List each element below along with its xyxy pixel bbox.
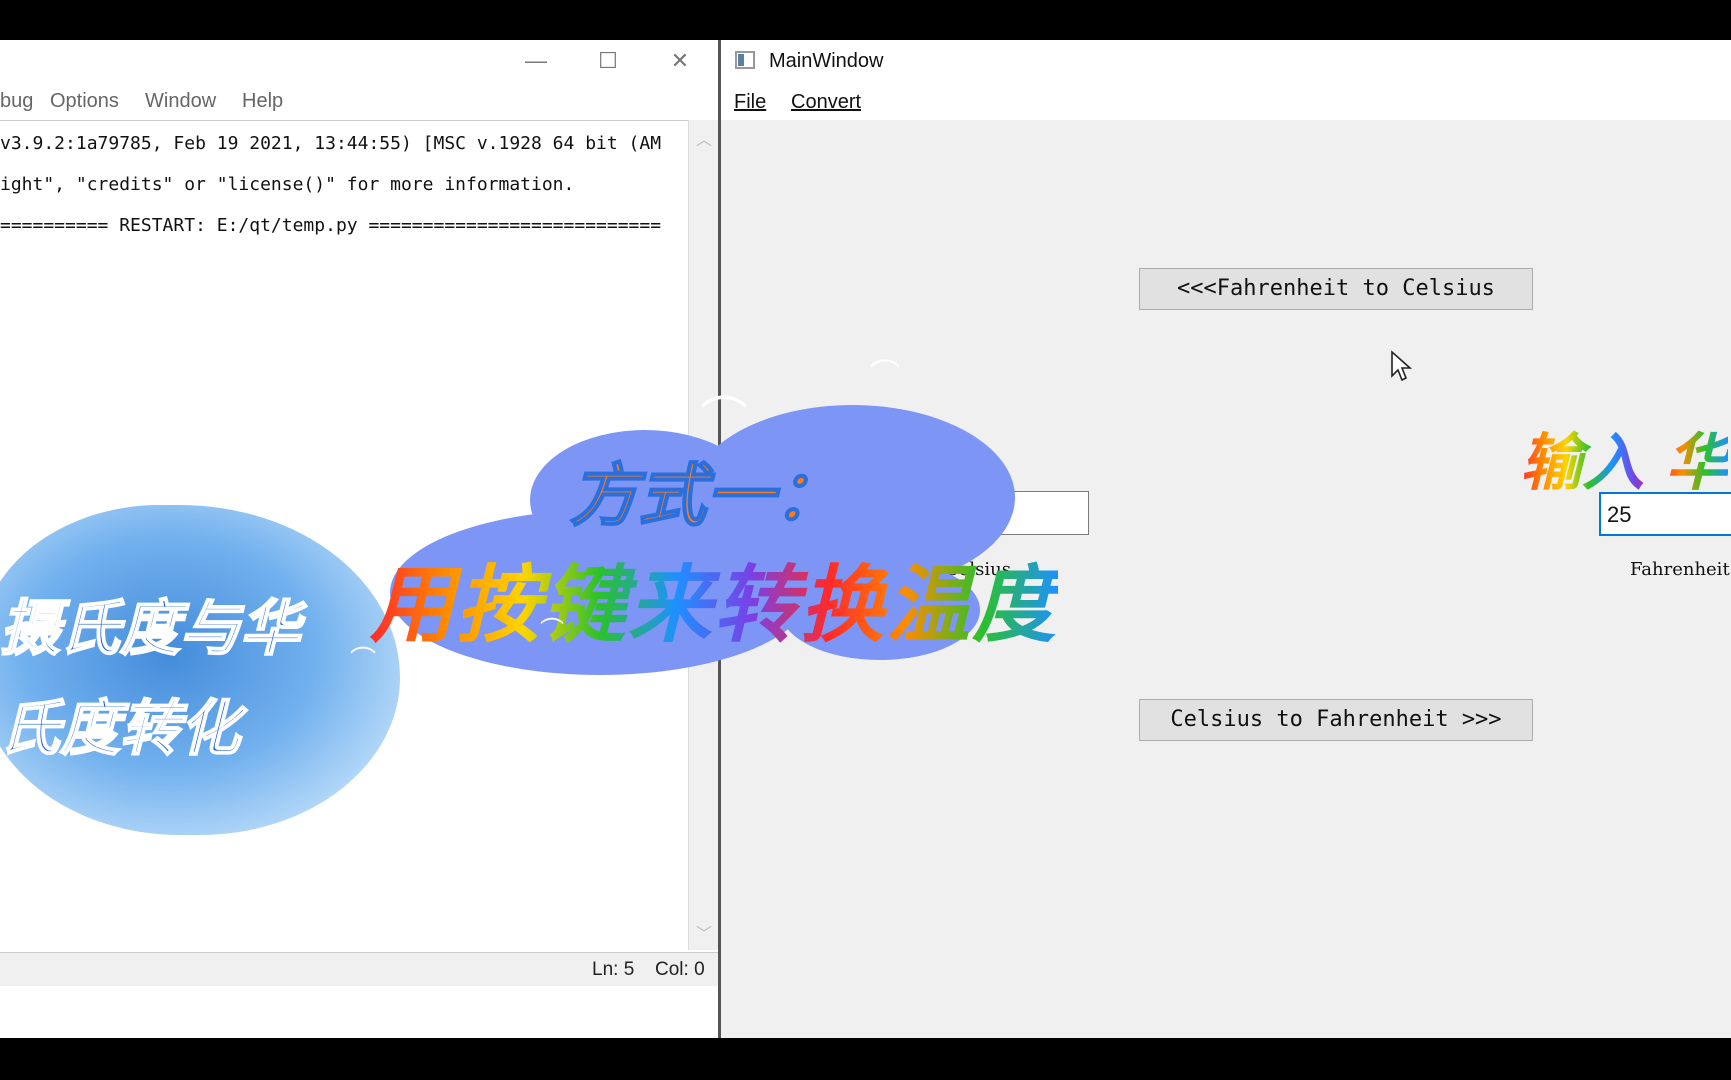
minimize-button[interactable]: — <box>516 48 556 74</box>
celsius-label: Celsius <box>945 559 1012 580</box>
menu-file-label: File <box>734 91 767 113</box>
qt-titlebar: MainWindow <box>721 40 1731 82</box>
column-number: Col: 0 <box>655 959 705 980</box>
fahrenheit-input[interactable]: 25 <box>1599 492 1731 536</box>
idle-menubar: bug Options Window Help <box>0 82 718 118</box>
fahrenheit-label: Fahrenheit <box>1630 559 1730 580</box>
top-letterbox <box>0 0 1731 40</box>
idle-statusbar: Ln: 5 Col: 0 <box>0 952 718 987</box>
menu-help[interactable]: Help <box>242 90 283 113</box>
menu-convert-label: Convert <box>791 91 862 113</box>
close-button[interactable]: ✕ <box>660 48 700 74</box>
shell-line: ========== RESTART: E:/qt/temp.py ======… <box>0 215 662 236</box>
menu-convert[interactable]: Convert <box>791 91 861 114</box>
idle-titlebar: — ☐ ✕ <box>0 40 718 82</box>
scroll-down-icon[interactable]: ﹀ <box>696 920 712 944</box>
desktop-background <box>0 986 718 1038</box>
fahrenheit-to-celsius-button[interactable]: <<<Fahrenheit to Celsius <box>1139 268 1533 310</box>
celsius-input[interactable] <box>939 491 1089 535</box>
window-title: MainWindow <box>769 50 884 72</box>
vertical-scrollbar[interactable]: ︿ ﹀ <box>688 120 719 950</box>
shell-line: v3.9.2:1a79785, Feb 19 2021, 13:44:55) [… <box>0 133 662 154</box>
maximize-button[interactable]: ☐ <box>588 48 628 74</box>
bottom-letterbox <box>0 1038 1731 1080</box>
shell-line: ight", "credits" or "license()" for more… <box>0 174 575 195</box>
menu-file[interactable]: File <box>734 91 766 114</box>
menu-window[interactable]: Window <box>145 90 216 113</box>
celsius-to-fahrenheit-button[interactable]: Celsius to Fahrenheit >>> <box>1139 699 1533 741</box>
qt-menubar: File Convert <box>721 82 1731 120</box>
mouse-cursor-icon <box>1391 350 1413 382</box>
line-number: Ln: 5 <box>592 959 635 980</box>
app-window-icon <box>735 51 755 69</box>
menu-debug[interactable]: bug <box>0 90 33 113</box>
qt-main-window: MainWindow File Convert <<<Fahrenheit to… <box>718 40 1731 1038</box>
menu-options[interactable]: Options <box>50 90 119 113</box>
scroll-up-icon[interactable]: ︿ <box>696 126 712 150</box>
